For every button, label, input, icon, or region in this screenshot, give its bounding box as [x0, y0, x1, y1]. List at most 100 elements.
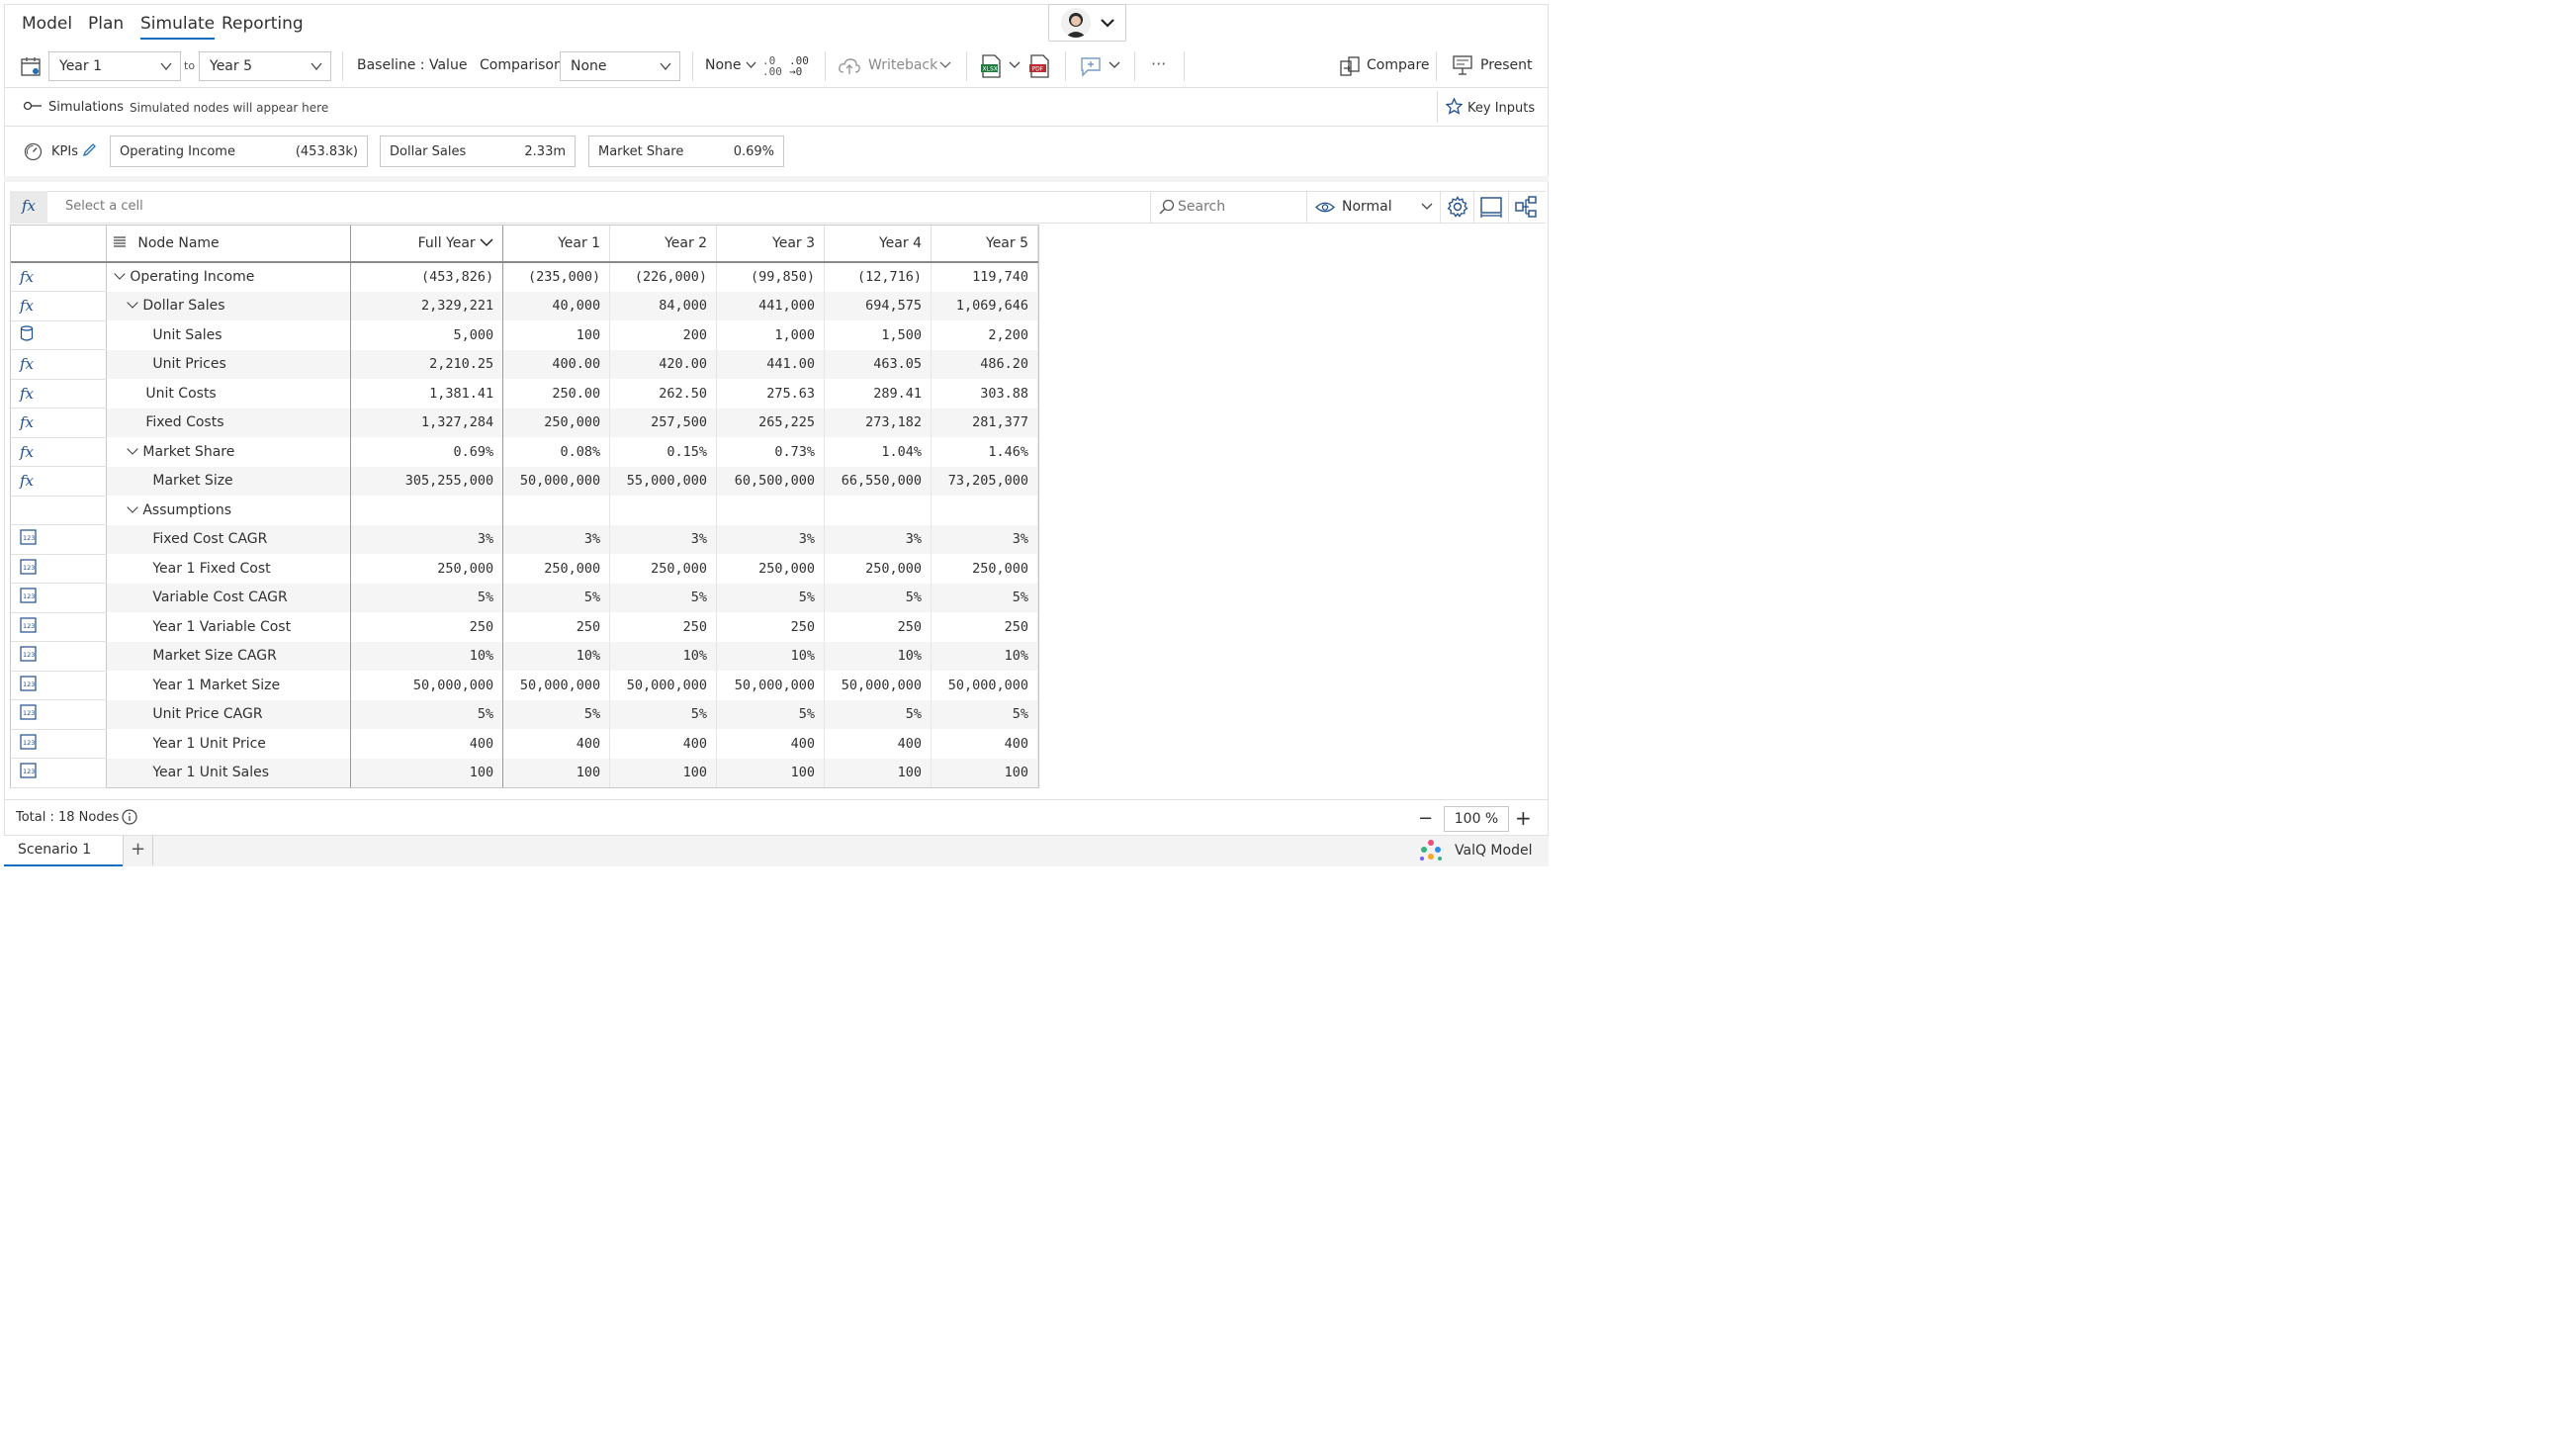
- value-cell[interactable]: 2,210.25: [350, 349, 504, 379]
- table-row[interactable]: 123 Year 1 Market Size 50,000,000 50,000,00…: [11, 671, 1039, 700]
- table-row[interactable]: 123 Year 1 Unit Sales 100 100 100 100 100 100: [11, 758, 1039, 788]
- value-cell[interactable]: 0.08%: [502, 437, 611, 467]
- value-cell[interactable]: 2,329,221: [350, 291, 504, 320]
- tab-model[interactable]: Model: [22, 14, 72, 34]
- value-cell[interactable]: 250: [716, 612, 826, 642]
- value-cell[interactable]: 250,000: [502, 408, 611, 437]
- value-cell[interactable]: [931, 496, 1039, 525]
- value-cell[interactable]: 5%: [609, 699, 718, 729]
- settings-gear-icon[interactable]: [1447, 196, 1468, 218]
- node-name-cell[interactable]: Variable Cost CAGR: [106, 583, 352, 612]
- value-cell[interactable]: 5,000: [350, 320, 504, 350]
- value-cell[interactable]: 3%: [716, 524, 826, 554]
- value-cell[interactable]: [350, 496, 504, 525]
- value-cell[interactable]: 100: [502, 320, 611, 350]
- column-header-year-4[interactable]: Year 4: [824, 226, 932, 263]
- node-name-cell[interactable]: Fixed Costs: [106, 408, 352, 437]
- table-row[interactable]: fx Fixed Costs 1,327,284 250,000 257,500 265,…: [11, 408, 1039, 438]
- node-name-cell[interactable]: Unit Price CAGR: [106, 699, 352, 729]
- table-row[interactable]: fx Market Size 305,255,000 50,000,000 55,000…: [11, 466, 1039, 497]
- value-cell[interactable]: 10%: [824, 641, 932, 671]
- value-cell[interactable]: 250: [502, 612, 611, 642]
- value-cell[interactable]: 486.20: [931, 349, 1039, 379]
- info-icon[interactable]: [122, 809, 137, 825]
- value-cell[interactable]: 50,000,000: [502, 466, 611, 496]
- value-cell[interactable]: 100: [350, 758, 504, 787]
- value-cell[interactable]: [824, 496, 932, 525]
- value-cell[interactable]: 250,000: [609, 554, 718, 584]
- node-name-cell[interactable]: Year 1 Variable Cost: [106, 612, 352, 642]
- value-cell[interactable]: (453,826): [350, 262, 504, 292]
- value-cell[interactable]: 250: [609, 612, 718, 642]
- table-row[interactable]: fx Market Share 0.69% 0.08% 0.15% 0.73% 1.04% 1…: [11, 437, 1039, 467]
- value-cell[interactable]: 5%: [824, 699, 932, 729]
- comment-add-icon[interactable]: [1079, 55, 1103, 77]
- column-header-year-3[interactable]: Year 3: [716, 226, 826, 263]
- value-cell[interactable]: (12,716): [824, 262, 932, 292]
- value-cell[interactable]: 303.88: [931, 379, 1039, 408]
- pdf-export-icon[interactable]: PDF: [1028, 54, 1050, 78]
- decrease-decimals-button[interactable]: .0.00: [762, 55, 782, 77]
- table-row[interactable]: 123 Year 1 Unit Price 400 400 400 400 400 400: [11, 729, 1039, 759]
- column-header-year-1[interactable]: Year 1: [502, 226, 611, 263]
- value-cell[interactable]: 40,000: [502, 291, 611, 320]
- expand-chevron-icon[interactable]: [114, 268, 127, 280]
- value-cell[interactable]: 250,000: [931, 554, 1039, 584]
- value-cell[interactable]: 50,000,000: [350, 671, 504, 700]
- table-row[interactable]: 123 Variable Cost CAGR 5% 5% 5% 5% 5% 5%: [11, 583, 1039, 613]
- value-cell[interactable]: 3%: [609, 524, 718, 554]
- compare-button[interactable]: Compare: [1367, 57, 1430, 73]
- value-cell[interactable]: 100: [716, 758, 826, 787]
- chevron-down-icon[interactable]: [1109, 61, 1120, 69]
- menu-icon[interactable]: [114, 235, 127, 251]
- value-cell[interactable]: 400: [824, 729, 932, 759]
- value-cell[interactable]: 441.00: [716, 349, 826, 379]
- writeback-button[interactable]: Writeback: [868, 57, 937, 73]
- value-cell[interactable]: 265,225: [716, 408, 826, 437]
- value-cell[interactable]: 1,000: [716, 320, 826, 350]
- value-cell[interactable]: 400: [931, 729, 1039, 759]
- value-cell[interactable]: 250: [350, 612, 504, 642]
- value-cell[interactable]: 10%: [502, 641, 611, 671]
- value-cell[interactable]: 0.15%: [609, 437, 718, 467]
- value-cell[interactable]: 10%: [350, 641, 504, 671]
- key-inputs-button[interactable]: Key Inputs: [1467, 101, 1535, 116]
- value-cell[interactable]: 1.46%: [931, 437, 1039, 467]
- row-type-cell[interactable]: 123: [11, 729, 108, 759]
- value-cell[interactable]: 400: [716, 729, 826, 759]
- tab-simulate[interactable]: Simulate: [140, 14, 216, 40]
- row-type-cell[interactable]: fx: [11, 408, 108, 438]
- node-name-cell[interactable]: Operating Income: [106, 262, 352, 292]
- from-year-select[interactable]: Year 1: [48, 51, 181, 81]
- value-cell[interactable]: (235,000): [502, 262, 611, 292]
- value-cell[interactable]: [716, 496, 826, 525]
- node-name-cell[interactable]: Year 1 Unit Sales: [106, 758, 352, 787]
- row-type-cell[interactable]: [11, 496, 108, 525]
- zoom-out-button[interactable]: −: [1418, 808, 1433, 829]
- table-row[interactable]: 123 Unit Price CAGR 5% 5% 5% 5% 5% 5%: [11, 699, 1039, 730]
- value-cell[interactable]: 5%: [502, 583, 611, 612]
- value-cell[interactable]: 273,182: [824, 408, 932, 437]
- value-cell[interactable]: 55,000,000: [609, 466, 718, 496]
- value-cell[interactable]: 100: [931, 758, 1039, 787]
- row-type-cell[interactable]: 123: [11, 758, 108, 788]
- value-cell[interactable]: 250: [824, 612, 932, 642]
- value-cell[interactable]: 5%: [824, 583, 932, 612]
- node-name-cell[interactable]: Unit Costs: [106, 379, 352, 408]
- present-button[interactable]: Present: [1480, 57, 1533, 73]
- edit-icon[interactable]: [82, 142, 97, 157]
- zoom-input[interactable]: 100 %: [1444, 806, 1509, 832]
- view-mode-select[interactable]: Normal: [1306, 191, 1440, 224]
- value-cell[interactable]: 441,000: [716, 291, 826, 320]
- table-row[interactable]: fx Unit Costs 1,381.41 250.00 262.50 275.63 28…: [11, 379, 1039, 408]
- value-cell[interactable]: 262.50: [609, 379, 718, 408]
- user-menu[interactable]: [1048, 4, 1126, 42]
- value-cell[interactable]: 84,000: [609, 291, 718, 320]
- value-cell[interactable]: 275.63: [716, 379, 826, 408]
- expand-chevron-icon[interactable]: [127, 297, 139, 309]
- excel-export-icon[interactable]: XLSX: [980, 54, 1002, 78]
- row-type-cell[interactable]: 123: [11, 699, 108, 730]
- value-cell[interactable]: 5%: [350, 583, 504, 612]
- formula-input[interactable]: Select a cell: [65, 199, 143, 214]
- row-type-cell[interactable]: 123: [11, 641, 108, 672]
